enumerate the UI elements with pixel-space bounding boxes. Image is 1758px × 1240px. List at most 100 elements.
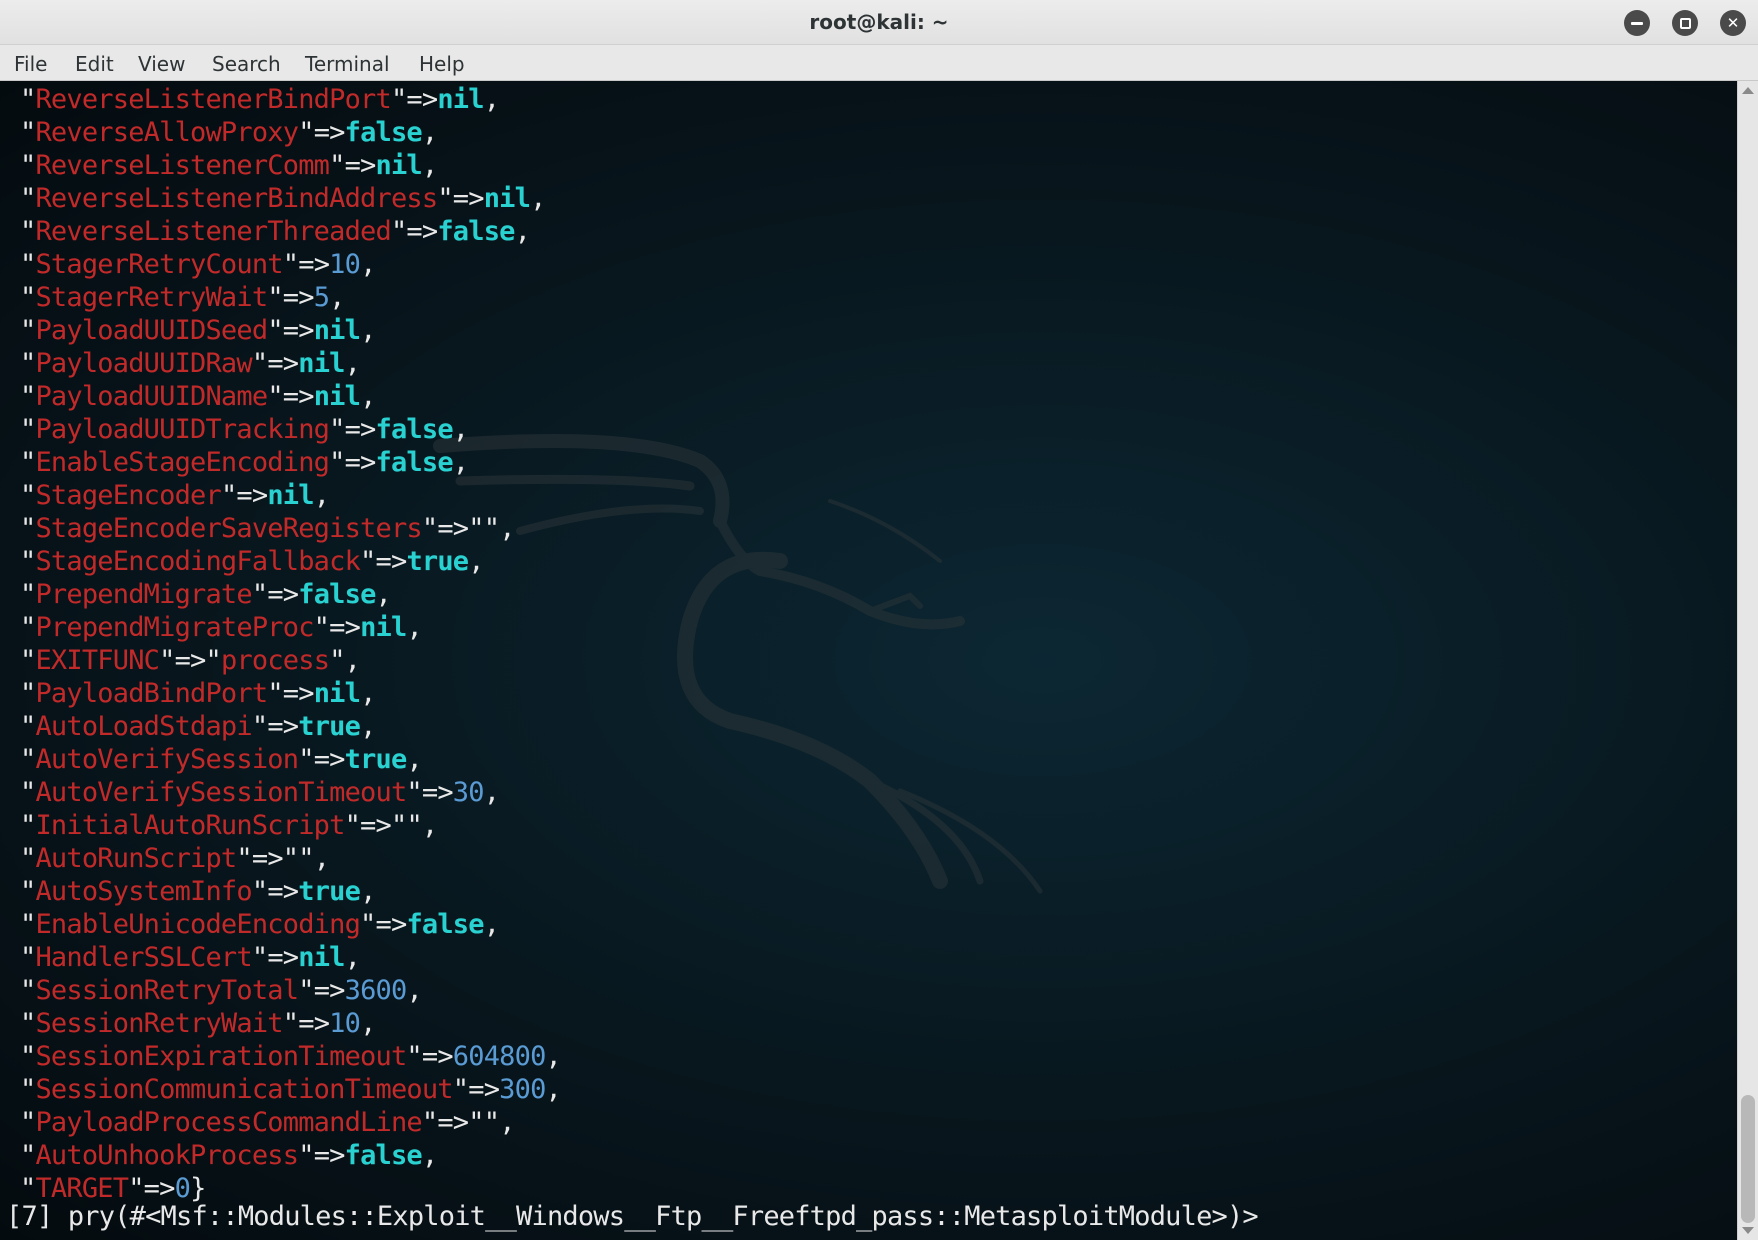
hash-value: true (406, 546, 469, 577)
quote: " (468, 513, 484, 544)
menu-edit[interactable]: Edit (75, 45, 114, 80)
hash-arrow: => (267, 348, 299, 379)
quote: " (468, 1107, 484, 1138)
menu-file[interactable]: File (14, 45, 47, 80)
maximize-button[interactable] (1672, 10, 1698, 36)
minimize-button[interactable] (1624, 10, 1650, 36)
line-terminator: , (406, 744, 422, 775)
output-line: "ReverseAllowProxy"=>false, (20, 116, 561, 149)
hash-key: PayloadUUIDRaw (35, 348, 252, 379)
hash-key: PayloadProcessCommandLine (35, 1107, 422, 1138)
quote: " (298, 1140, 314, 1171)
scroll-thumb[interactable] (1741, 1095, 1755, 1223)
hash-value: nil (298, 348, 345, 379)
hash-value: nil (313, 381, 361, 412)
hash-key: PayloadBindPort (35, 678, 268, 709)
output-line: "AutoLoadStdapi"=>true, (20, 710, 561, 743)
quote: " (20, 975, 36, 1006)
hash-value: true (298, 711, 361, 742)
hash-value: false (375, 447, 454, 478)
quote: " (298, 843, 314, 874)
hash-arrow: => (282, 282, 315, 313)
quote: " (20, 942, 36, 973)
line-terminator: , (344, 942, 361, 973)
output-line: "AutoUnhookProcess"=>false, (20, 1139, 561, 1172)
hash-arrow: => (344, 414, 377, 445)
hash-value: nil (360, 612, 407, 643)
output-line: "StageEncoderSaveRegisters"=>"", (20, 512, 561, 545)
quote: " (20, 645, 36, 676)
title-bar[interactable]: root@kali: ~ ✕ (0, 0, 1758, 45)
quote: " (406, 777, 422, 808)
hash-arrow: => (421, 1041, 454, 1072)
terminal-output[interactable]: "ReverseListenerBindPort"=>nil, "ReverseA… (0, 81, 1737, 1240)
line-terminator: , (344, 645, 361, 676)
output-line: "ReverseListenerThreaded"=>false, (20, 215, 561, 248)
output-line: "PayloadUUIDTracking"=>false, (20, 413, 561, 446)
hash-arrow: => (329, 612, 361, 643)
menu-help[interactable]: Help (419, 45, 465, 80)
line-terminator: , (499, 513, 515, 544)
quote: " (236, 843, 252, 874)
menu-search[interactable]: Search (212, 45, 281, 80)
line-terminator: , (421, 1140, 438, 1171)
quote: " (20, 513, 36, 544)
quote: " (267, 315, 283, 346)
hash-key: EnableStageEncoding (35, 447, 330, 478)
quote: " (20, 909, 36, 940)
hash-arrow: => (174, 645, 207, 676)
hash-key: PayloadUUIDSeed (35, 315, 268, 346)
quote: " (251, 348, 268, 379)
line-terminator: , (421, 117, 438, 148)
hash-key: StageEncodingFallback (35, 546, 361, 577)
hash-key: SessionRetryWait (35, 1008, 283, 1039)
hash-value: nil (437, 84, 484, 115)
quote: " (20, 1008, 36, 1039)
quote: " (360, 546, 376, 577)
vertical-scrollbar[interactable] (1737, 81, 1758, 1240)
quote: " (20, 843, 36, 874)
hash-value: 10 (329, 1008, 361, 1039)
close-button[interactable]: ✕ (1720, 10, 1746, 36)
quote: " (406, 1041, 422, 1072)
pry-prompt[interactable]: [7] pry(#<Msf::Modules::Exploit__Windows… (6, 1200, 1259, 1233)
menu-view[interactable]: View (138, 45, 185, 80)
hash-key: EXITFUNC (35, 645, 160, 676)
quote: " (20, 315, 36, 346)
line-terminator: , (452, 447, 469, 478)
hash-arrow: => (406, 216, 438, 247)
output-line: "PayloadUUIDSeed"=>nil, (20, 314, 561, 347)
hash-key: InitialAutoRunScript (35, 810, 345, 841)
hash-value: 30 (452, 777, 485, 808)
quote: " (20, 150, 36, 181)
menu-terminal[interactable]: Terminal (305, 45, 390, 80)
output-line: "AutoVerifySessionTimeout"=>30, (20, 776, 561, 809)
quote: " (329, 150, 345, 181)
scroll-down-icon[interactable] (1742, 1227, 1754, 1234)
hash-value: 300 (499, 1074, 546, 1105)
hash-key: PrependMigrateProc (35, 612, 314, 643)
output-line: "EXITFUNC"=>"process", (20, 644, 561, 677)
scroll-up-icon[interactable] (1742, 87, 1754, 94)
hash-arrow: => (298, 1008, 330, 1039)
line-terminator: , (545, 1074, 562, 1105)
quote: " (329, 414, 345, 445)
quote: " (20, 216, 36, 247)
hash-value: true (344, 744, 408, 775)
quote: " (298, 744, 314, 775)
line-terminator: , (360, 249, 376, 280)
quote: " (205, 645, 222, 676)
hash-key: ReverseListenerBindAddress (35, 183, 438, 214)
quote: " (313, 612, 330, 643)
hash-arrow: => (437, 1107, 469, 1138)
quote: " (20, 810, 36, 841)
output-line: "StagerRetryCount"=>10, (20, 248, 561, 281)
output-line: "EnableStageEncoding"=>false, (20, 446, 561, 479)
hash-value: 3600 (344, 975, 408, 1006)
quote: " (20, 117, 36, 148)
quote: " (20, 282, 36, 313)
output-line: "ReverseListenerBindPort"=>nil, (20, 83, 561, 116)
terminal-window: root@kali: ~ ✕ File Edit View Search Ter… (0, 0, 1758, 1240)
hash-value: 5 (313, 282, 330, 313)
output-line: "InitialAutoRunScript"=>"", (20, 809, 561, 842)
